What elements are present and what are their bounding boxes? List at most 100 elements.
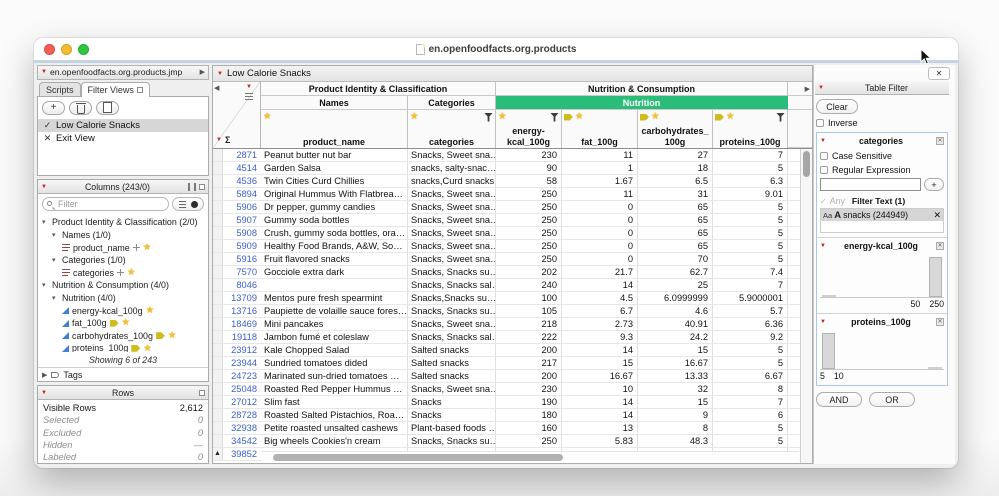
red-triangle-menu-icon[interactable]: ▼ xyxy=(820,319,826,325)
close-panel-button[interactable]: ✕ xyxy=(928,66,950,80)
table-row[interactable]: 5907 Gummy soda bottles Snacks, Sweet sna…… xyxy=(213,214,800,227)
remove-filter-icon[interactable]: ✕ xyxy=(936,318,944,326)
cell-categories[interactable]: snacks,Curd snacks xyxy=(408,175,496,187)
cell-fat[interactable]: 21.7 xyxy=(562,266,638,278)
cell-fat[interactable]: 14 xyxy=(562,279,638,291)
cell-categories[interactable]: Snacks, Sweet sna… xyxy=(408,253,496,265)
column-tree-item[interactable]: energy-kcal_100g ★ xyxy=(38,304,208,317)
red-triangle-menu-icon[interactable]: ▼ xyxy=(820,138,826,144)
row-number[interactable]: 28728 xyxy=(223,410,261,420)
remove-filter-text-icon[interactable]: ✕ xyxy=(933,210,941,221)
cell-proteins[interactable]: 5 xyxy=(713,227,788,239)
cell-product_name[interactable]: Healthy Food Brands, A&W, So… xyxy=(261,240,408,252)
cell-fat[interactable]: 9.3 xyxy=(562,331,638,343)
cell-carbs[interactable]: 8 xyxy=(638,422,713,434)
filter-view-item[interactable]: ✕ Exit View xyxy=(38,132,208,145)
cell-categories[interactable]: Snacks, Sweet sna… xyxy=(408,214,496,226)
table-row[interactable]: 4536 Twin Cities Curd Chillies snacks,Curd… xyxy=(213,175,800,188)
remove-filter-icon[interactable]: ✕ xyxy=(936,137,944,145)
cell-fat[interactable]: 6.7 xyxy=(562,305,638,317)
cell-energy[interactable]: 250 xyxy=(496,188,562,200)
cell-fat[interactable]: 0 xyxy=(562,214,638,226)
row-state-cell[interactable] xyxy=(213,344,223,356)
cell-carbs[interactable]: 40.91 xyxy=(638,318,713,330)
group-header-nutrition-consumption[interactable]: Nutrition & Consumption xyxy=(496,82,788,96)
cell-product_name[interactable]: Roasted Red Pepper Hummus … xyxy=(261,383,408,395)
table-row[interactable]: 8046 Snacks, Snacks sal… 240 14 25 7 xyxy=(213,279,800,292)
cell-proteins[interactable]: 5 xyxy=(713,253,788,265)
column-tree-item[interactable]: ▾ Names (1/0) xyxy=(38,229,208,242)
cell-product_name[interactable]: Garden Salsa xyxy=(261,162,408,174)
duplicate-view-button[interactable] xyxy=(96,101,119,116)
cell-fat[interactable]: 14 xyxy=(562,396,638,408)
clear-button[interactable]: Clear xyxy=(816,99,858,114)
cell-product_name[interactable]: Mentos pure fresh spearmint xyxy=(261,292,408,304)
case-sensitive-row[interactable]: Case Sensitive xyxy=(820,151,944,161)
cell-fat[interactable]: 16.67 xyxy=(562,370,638,382)
cell-categories[interactable]: Snacks, Sweet sna… xyxy=(408,149,496,161)
cell-carbs[interactable]: 4.6 xyxy=(638,305,713,317)
regex-checkbox[interactable] xyxy=(820,166,828,174)
cell-energy[interactable]: 105 xyxy=(496,305,562,317)
sum-row-controls[interactable]: ▼ Σ xyxy=(216,135,230,145)
subgroup-header-categories[interactable]: Categories xyxy=(408,96,496,110)
cell-categories[interactable]: Snacks, Sweet sna… xyxy=(408,188,496,200)
caret-down-icon[interactable]: ▾ xyxy=(52,231,59,239)
table-row[interactable]: 28728 Roasted Salted Pistachios, Roa… Snac… xyxy=(213,409,800,422)
cell-categories[interactable]: Snacks, Sweet sna… xyxy=(408,240,496,252)
columns-filter-input[interactable]: Filter xyxy=(42,197,169,212)
vertical-scrollbar[interactable] xyxy=(800,149,812,463)
row-number[interactable]: 24723 xyxy=(223,371,261,381)
cell-energy[interactable]: 202 xyxy=(496,266,562,278)
table-row[interactable]: 24723 Marinated sun-dried tomatoes … Salte… xyxy=(213,370,800,383)
row-state-cell[interactable] xyxy=(213,435,223,447)
cell-carbs[interactable]: 25 xyxy=(638,279,713,291)
subgroup-header-names[interactable]: Names xyxy=(261,96,408,110)
cell-categories[interactable]: Snacks, Sweet sna… xyxy=(408,383,496,395)
and-button[interactable]: AND xyxy=(816,392,862,407)
column-header-carbs[interactable]: ★ carbohydrates_ 100g xyxy=(638,110,713,148)
row-state-cell[interactable] xyxy=(213,266,223,278)
inverse-checkbox[interactable] xyxy=(816,119,824,127)
row-state-cell[interactable] xyxy=(213,175,223,187)
cell-carbs[interactable]: 27 xyxy=(638,149,713,161)
cell-energy[interactable]: 100 xyxy=(496,292,562,304)
table-corner-cell[interactable]: ◀ ▼ ▼ Σ xyxy=(213,82,261,148)
filter-text-item[interactable]: Aa A snacks (244949) ✕ xyxy=(821,209,943,221)
cell-energy[interactable]: 217 xyxy=(496,357,562,369)
cell-categories[interactable]: snacks, salty-snac… xyxy=(408,162,496,174)
row-number[interactable]: 5916 xyxy=(223,254,261,264)
cell-fat[interactable]: 5.83 xyxy=(562,435,638,447)
cell-proteins[interactable]: 9.2 xyxy=(713,331,788,343)
cell-energy[interactable]: 250 xyxy=(496,227,562,239)
cell-energy[interactable]: 250 xyxy=(496,214,562,226)
column-header-product_name[interactable]: ★ product_name xyxy=(261,110,408,148)
scroll-left-icon[interactable]: ◀ xyxy=(214,84,219,92)
row-state-cell[interactable] xyxy=(213,422,223,434)
whole-word-icon[interactable]: A xyxy=(834,210,841,221)
row-number[interactable]: 5909 xyxy=(223,241,261,251)
cell-categories[interactable]: Salted snacks xyxy=(408,357,496,369)
column-tree-item[interactable]: proteins_100g ★ xyxy=(38,342,208,352)
red-triangle-menu-icon[interactable]: ▼ xyxy=(41,390,47,396)
scroll-up-indicator-icon[interactable]: ▲ xyxy=(214,450,221,457)
cell-energy[interactable]: 250 xyxy=(496,240,562,252)
row-state-cell[interactable] xyxy=(213,201,223,213)
filter-funnel-icon[interactable] xyxy=(776,112,785,122)
cell-product_name[interactable]: Twin Cities Curd Chillies xyxy=(261,175,408,187)
row-number[interactable]: 13709 xyxy=(223,293,261,303)
cell-carbs[interactable]: 31 xyxy=(638,188,713,200)
column-filter-options-button[interactable] xyxy=(172,197,204,212)
red-triangle-menu-icon[interactable]: ▼ xyxy=(818,85,824,91)
cell-carbs[interactable]: 65 xyxy=(638,240,713,252)
scroll-right-icon[interactable]: ▶ xyxy=(805,85,810,93)
row-state-cell[interactable] xyxy=(213,149,223,161)
cell-proteins[interactable]: 6 xyxy=(713,409,788,421)
cell-carbs[interactable]: 62.7 xyxy=(638,266,713,278)
cell-categories[interactable]: Snacks, Snacks su… xyxy=(408,305,496,317)
table-row[interactable]: 25048 Roasted Red Pepper Hummus … Snacks, … xyxy=(213,383,800,396)
cell-categories[interactable]: Snacks,Snacks su… xyxy=(408,292,496,304)
row-state-cell[interactable] xyxy=(213,305,223,317)
row-number[interactable]: 34542 xyxy=(223,436,261,446)
column-tree-item[interactable]: ▾ Nutrition & Consumption (4/0) xyxy=(38,279,208,292)
